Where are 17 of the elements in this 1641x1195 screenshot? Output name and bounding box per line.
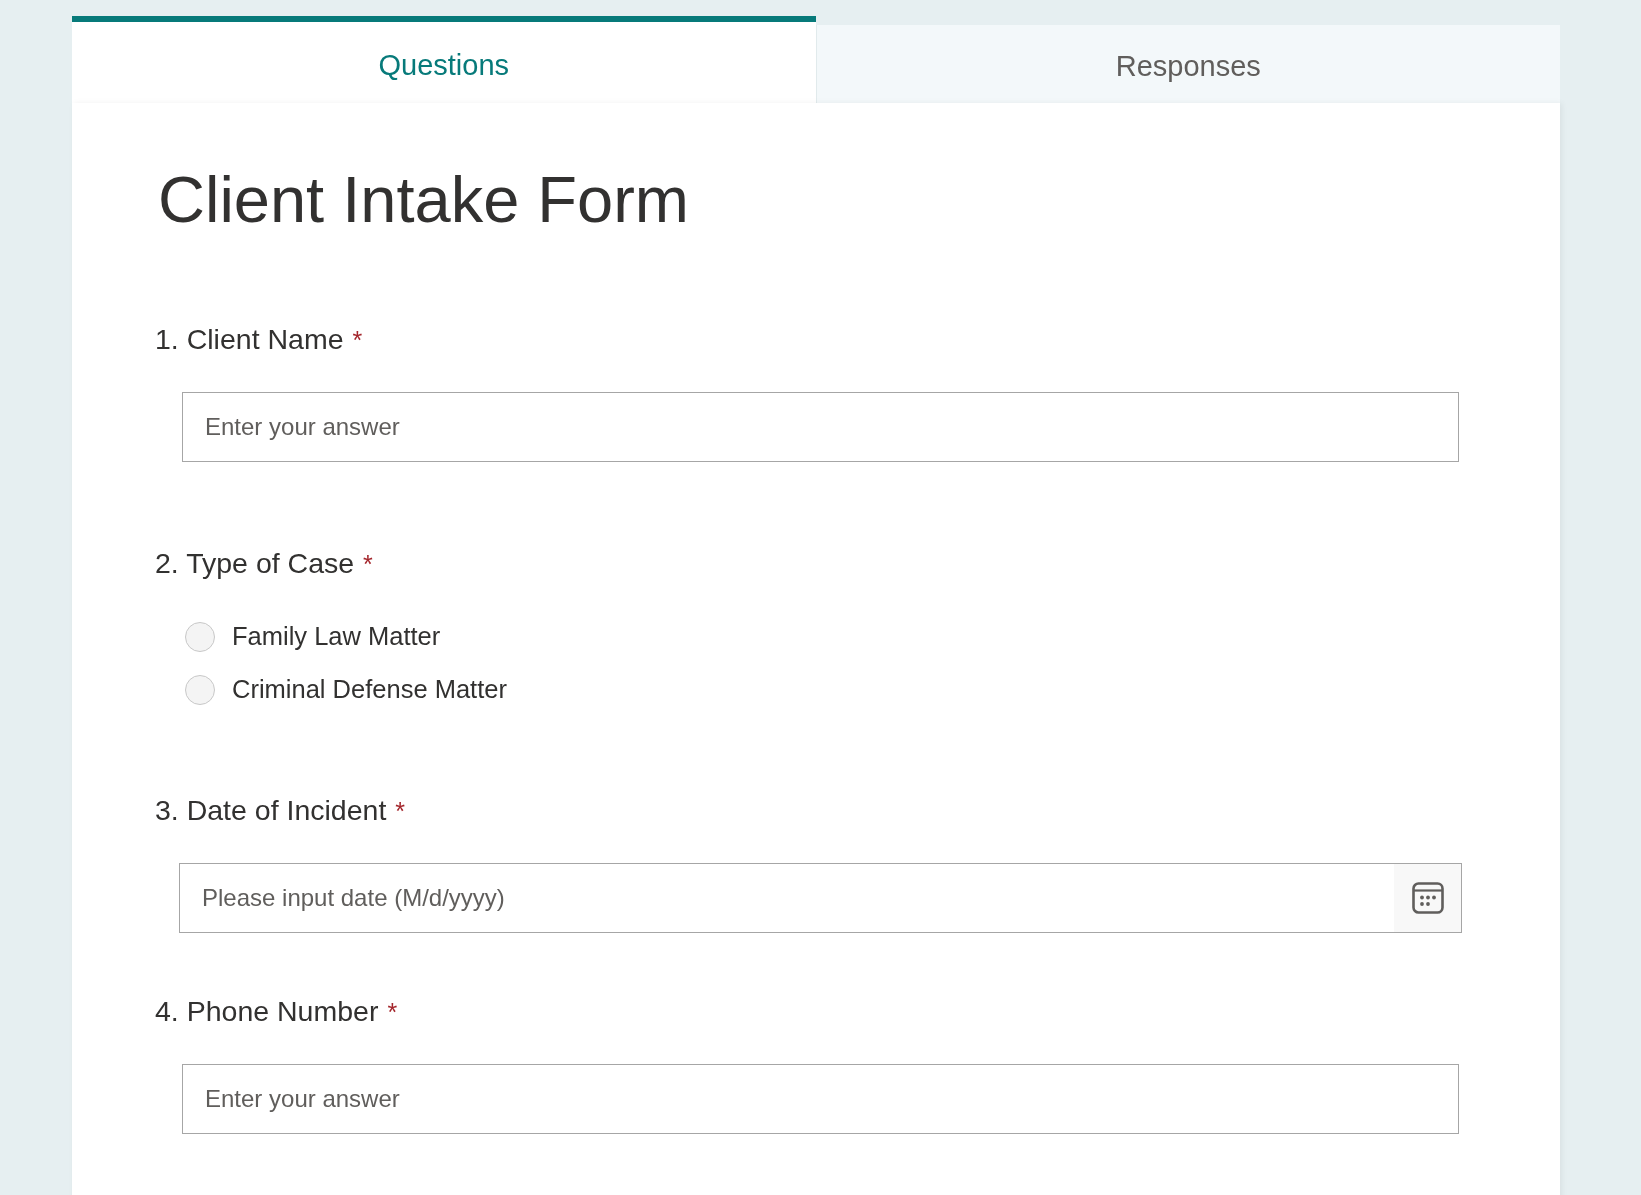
answer-input[interactable]: Enter your answer <box>182 1064 1459 1134</box>
required-asterisk: * <box>363 549 373 580</box>
option-label: Criminal Defense Matter <box>232 675 507 704</box>
tab[interactable]: Questions <box>72 16 816 103</box>
option-label: Family Law Matter <box>232 622 441 651</box>
question-label: 3. Date of Incident <box>155 793 387 828</box>
question-label: 4. Phone Number <box>155 994 379 1029</box>
answer-input[interactable]: Enter your answer <box>182 392 1459 462</box>
question-label: 2. Type of Case <box>155 546 355 581</box>
radio-button[interactable] <box>185 621 215 652</box>
tab[interactable]: Responses <box>815 25 1560 103</box>
required-asterisk: * <box>395 796 406 827</box>
required-asterisk: * <box>352 325 363 356</box>
question-label: 1. Client Name <box>155 322 344 357</box>
radio-button[interactable] <box>185 674 215 705</box>
form-title: Client Intake Form <box>158 162 689 238</box>
required-asterisk: * <box>387 997 398 1028</box>
